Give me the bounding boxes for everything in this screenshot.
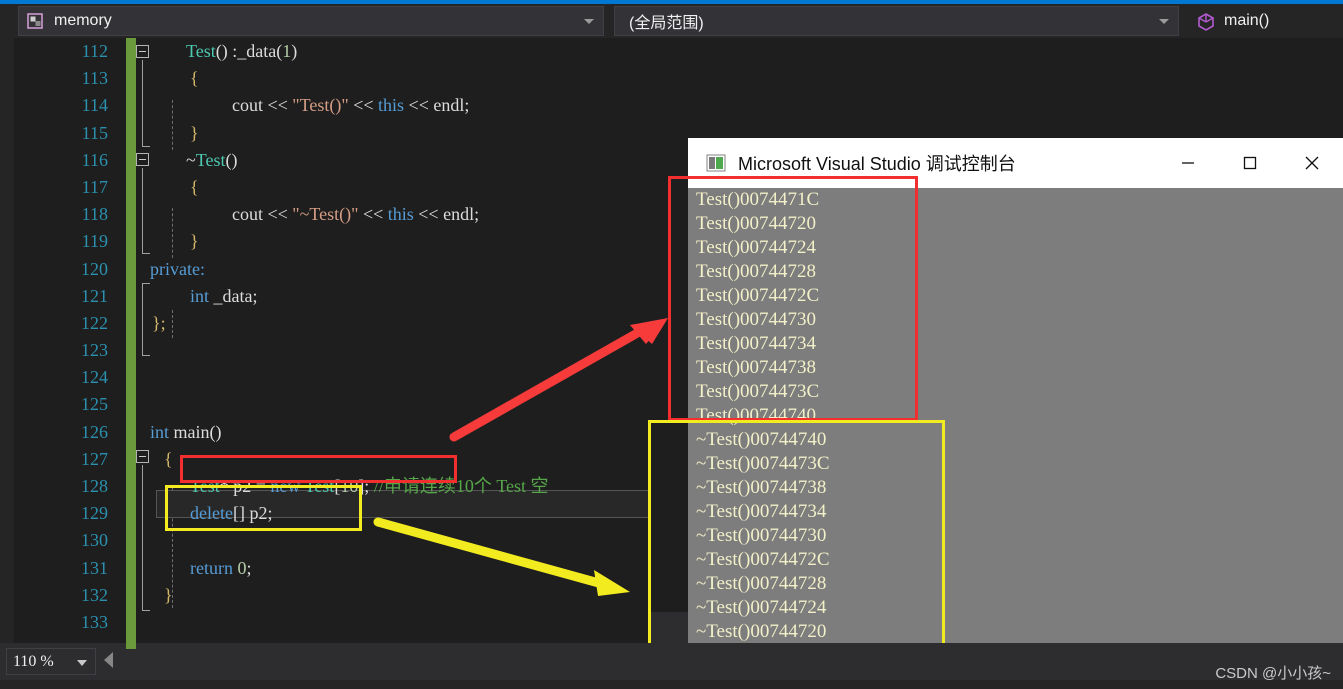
- destruction-output-highlight-box: [648, 420, 945, 679]
- new-expression-highlight-box: [180, 455, 457, 483]
- member-value: main(): [1224, 12, 1270, 29]
- code-token-plain: <<: [348, 95, 379, 116]
- close-icon: [1305, 156, 1319, 170]
- code-token-plain: (): [225, 149, 238, 170]
- maximize-button[interactable]: [1219, 138, 1281, 188]
- chevron-down-icon[interactable]: [77, 660, 87, 666]
- project-scope-combobox[interactable]: memory: [18, 6, 604, 36]
- code-token-keyword: this: [387, 204, 414, 225]
- code-line-112[interactable]: 112 Test() :_data(1): [0, 38, 1343, 65]
- line-number: 123: [81, 340, 108, 361]
- console-window-buttons: [1157, 138, 1343, 188]
- line-number: 117: [81, 176, 108, 197]
- code-token-keyword: int: [150, 421, 170, 442]
- line-number: 124: [81, 367, 108, 388]
- line-number: 119: [81, 231, 108, 252]
- line-number: 122: [81, 312, 108, 333]
- code-token-plain: cout <<: [232, 95, 293, 116]
- zoom-level-combobox[interactable]: 110 %: [6, 648, 96, 675]
- watermark-text: CSDN @小小孩~: [1215, 665, 1331, 682]
- code-token-string: "Test()": [292, 95, 349, 116]
- code-token-plain: <<: [358, 204, 388, 225]
- line-number: 113: [81, 68, 108, 89]
- code-token-keyword: private:: [150, 258, 205, 279]
- code-token-brace: }: [190, 122, 199, 143]
- code-token-brace: {: [190, 176, 199, 197]
- minimize-button[interactable]: [1157, 138, 1219, 188]
- code-token-plain: cout <<: [232, 204, 293, 225]
- code-token-keyword: int: [190, 285, 210, 306]
- code-token-plain: main(): [169, 421, 222, 442]
- editor-navigation-bar: memory (全局范围) main(): [0, 4, 1343, 38]
- triangle-left-icon[interactable]: [104, 652, 113, 668]
- line-number: 112: [81, 41, 108, 61]
- delete-expression-highlight-box: [165, 485, 362, 531]
- project-scope-value: memory: [54, 12, 112, 29]
- chevron-down-icon[interactable]: [1159, 19, 1169, 24]
- close-button[interactable]: [1281, 138, 1343, 188]
- construction-output-highlight-box: [668, 176, 918, 421]
- maximize-icon: [1243, 156, 1257, 170]
- line-number: 126: [81, 421, 108, 442]
- code-token-keyword: this: [378, 95, 405, 116]
- chevron-down-icon[interactable]: [584, 19, 594, 24]
- code-token-plain: << endl;: [413, 204, 480, 225]
- line-number: 131: [81, 557, 108, 578]
- change-bar-stub: [126, 643, 136, 649]
- line-number: 115: [81, 122, 108, 143]
- global-scope-value: (全局范围): [629, 15, 704, 32]
- code-line-114[interactable]: 114 cout << "Test()" << this << endl;: [0, 92, 1343, 119]
- code-token-plain: ;: [246, 557, 252, 578]
- code-token-plain: _data;: [209, 285, 258, 306]
- line-number: 127: [81, 448, 108, 469]
- code-token-brace: {: [164, 448, 173, 469]
- method-cube-icon: [1196, 12, 1216, 31]
- line-number: 133: [81, 611, 108, 632]
- minimize-icon: [1182, 162, 1194, 164]
- status-bar-lower-strip: [0, 680, 1343, 689]
- code-token-plain: << endl;: [404, 95, 470, 116]
- code-token-plain: ~: [186, 149, 196, 170]
- code-token-type: Test: [186, 41, 216, 61]
- code-token-brace: };: [152, 312, 166, 333]
- line-number: 116: [81, 149, 108, 170]
- line-number: 125: [81, 394, 108, 415]
- code-token-brace: }: [164, 584, 173, 605]
- code-token-brace: }: [190, 231, 199, 252]
- line-number: 132: [81, 584, 108, 605]
- console-title-text: Microsoft Visual Studio 调试控制台: [738, 154, 1016, 174]
- app-window: memory (全局范围) main() 112 Test():_data(1…: [0, 0, 1343, 689]
- line-number: 129: [81, 503, 108, 524]
- code-line-113[interactable]: 113 {: [0, 65, 1343, 92]
- code-token-type: Test: [195, 149, 226, 170]
- global-scope-combobox[interactable]: (全局范围): [614, 6, 1179, 36]
- line-number: 121: [81, 285, 108, 306]
- line-number: 118: [81, 204, 108, 225]
- line-number: 130: [81, 530, 108, 551]
- code-token-keyword: return: [190, 557, 233, 578]
- line-number: 120: [81, 258, 108, 279]
- line-number: 114: [81, 95, 108, 116]
- code-token-plain: () :_data(: [215, 41, 283, 61]
- zoom-level-value: 110 %: [13, 652, 54, 670]
- member-combobox[interactable]: main(): [1189, 4, 1269, 38]
- code-token-plain: ): [291, 41, 298, 61]
- code-token-string: "~Test()": [292, 204, 359, 225]
- code-token-number: 1: [282, 41, 292, 61]
- editor-status-bar: 110 %: [0, 643, 1343, 689]
- console-app-icon: [706, 153, 726, 173]
- code-token-brace: {: [190, 68, 199, 89]
- line-number: 128: [81, 476, 108, 496]
- project-file-icon: [26, 12, 46, 30]
